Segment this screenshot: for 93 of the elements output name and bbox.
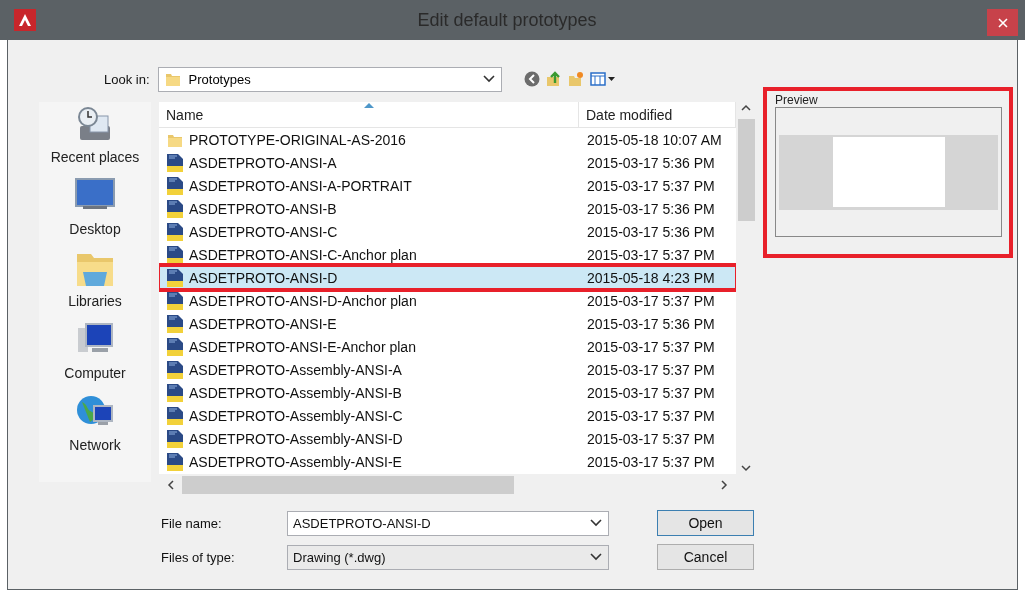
date-modified: 2015-03-17 5:36 PM — [586, 200, 715, 217]
file-name: PROTOTYPE-ORIGINAL-AS-2016 — [189, 131, 406, 148]
file-name: ASDETPROTO-ANSI-A — [189, 154, 337, 171]
file-name: ASDETPROTO-ANSI-B — [189, 200, 337, 217]
places-item[interactable]: Computer — [64, 322, 126, 381]
date-modified: 2015-03-17 5:37 PM — [586, 246, 715, 263]
places-item[interactable]: Desktop — [69, 178, 121, 237]
file-name: ASDETPROTO-Assembly-ANSI-A — [189, 361, 402, 378]
date-modified: 2015-03-17 5:37 PM — [586, 361, 715, 378]
scroll-thumb[interactable] — [737, 119, 755, 221]
file-row[interactable]: ASDETPROTO-ANSI-D 2015-05-18 4:23 PM — [159, 266, 736, 289]
sort-arrow-icon — [364, 102, 374, 108]
date-modified: 2015-03-17 5:37 PM — [586, 384, 715, 401]
open-button[interactable]: Open — [657, 510, 754, 536]
places-item[interactable]: Network — [69, 394, 121, 453]
file-name: ASDETPROTO-ANSI-C — [189, 223, 338, 240]
date-modified: 2015-03-17 5:37 PM — [586, 338, 715, 355]
drawing-file-icon — [167, 268, 183, 287]
file-name: ASDETPROTO-ANSI-A-PORTRAIT — [189, 177, 412, 194]
file-row[interactable]: ASDETPROTO-Assembly-ANSI-C 2015-03-17 5:37 PM — [159, 404, 736, 427]
file-name: ASDETPROTO-ANSI-D — [189, 269, 338, 286]
date-modified: 2015-05-18 4:23 PM — [586, 269, 715, 286]
back-icon[interactable] — [523, 71, 540, 87]
file-type-dropdown[interactable]: Drawing (*.dwg) — [287, 544, 609, 570]
new-folder-icon[interactable] — [567, 71, 584, 87]
drawing-file-icon — [167, 429, 183, 448]
close-button[interactable] — [987, 9, 1018, 36]
file-name: ASDETPROTO-Assembly-ANSI-E — [189, 453, 402, 470]
file-row[interactable]: ASDETPROTO-Assembly-ANSI-B 2015-03-17 5:37 PM — [159, 381, 736, 404]
monitor-icon — [75, 178, 115, 210]
file-row[interactable]: ASDETPROTO-Assembly-ANSI-E 2015-03-17 5:37 PM — [159, 450, 736, 473]
file-row[interactable]: ASDETPROTO-ANSI-A 2015-03-17 5:36 PM — [159, 151, 736, 174]
file-name: ASDETPROTO-ANSI-E-Anchor plan — [189, 338, 416, 355]
file-name-field[interactable]: ASDETPROTO-ANSI-D — [287, 510, 609, 536]
scroll-thumb[interactable] — [182, 476, 514, 494]
places-item[interactable]: Recent places — [50, 106, 140, 165]
date-modified: 2015-03-17 5:37 PM — [586, 430, 715, 447]
file-name: ASDETPROTO-Assembly-ANSI-B — [189, 384, 402, 401]
file-name: ASDETPROTO-Assembly-ANSI-D — [189, 430, 403, 447]
drawing-file-icon — [167, 245, 183, 264]
caret-icon — [590, 553, 602, 561]
file-row[interactable]: ASDETPROTO-ANSI-E-Anchor plan 2015-03-17 5:37 PM — [159, 335, 736, 358]
drawing-file-icon — [167, 383, 183, 402]
scroll-right-icon[interactable] — [721, 480, 728, 490]
file-name: ASDETPROTO-Assembly-ANSI-C — [189, 407, 403, 424]
date-modified: 2015-03-17 5:37 PM — [586, 292, 715, 309]
drawing-file-icon — [167, 406, 183, 425]
file-row[interactable]: ASDETPROTO-ANSI-A-PORTRAIT 2015-03-17 5:37 PM — [159, 174, 736, 197]
drawing-file-icon — [167, 337, 183, 356]
file-row[interactable]: ASDETPROTO-ANSI-D-Anchor plan 2015-03-17 5:37 PM — [159, 289, 736, 312]
window-title: Edit default prototypes — [416, 9, 598, 31]
look-in-value: Prototypes — [188, 71, 251, 87]
file-row[interactable]: ASDETPROTO-ANSI-B 2015-03-17 5:36 PM — [159, 197, 736, 220]
places-item[interactable]: Libraries — [68, 250, 122, 309]
caret-icon — [590, 519, 602, 527]
date-modified: 2015-03-17 5:37 PM — [586, 407, 715, 424]
date-modified: 2015-03-17 5:37 PM — [586, 453, 715, 470]
drawing-file-icon — [167, 452, 183, 471]
file-name-label: File name: — [161, 515, 223, 531]
preview-label: Preview — [775, 94, 819, 107]
app-logo-icon — [14, 9, 36, 31]
file-type-label: Files of type: — [161, 549, 236, 565]
date-modified: 2015-03-17 5:37 PM — [586, 177, 715, 194]
caret-icon — [482, 75, 495, 83]
close-icon — [997, 17, 1008, 28]
scroll-left-icon[interactable] — [167, 480, 174, 490]
drawing-file-icon — [167, 222, 183, 241]
date-modified: 2015-05-18 10:07 AM — [586, 131, 722, 148]
file-name: ASDETPROTO-ANSI-C-Anchor plan — [189, 246, 417, 263]
drawing-file-icon — [167, 153, 183, 172]
file-name: ASDETPROTO-ANSI-D-Anchor plan — [189, 292, 417, 309]
scroll-down-icon[interactable] — [741, 465, 751, 472]
drawing-file-icon — [167, 176, 183, 195]
file-row[interactable]: PROTOTYPE-ORIGINAL-AS-2016 2015-05-18 10:07 AM — [159, 128, 736, 151]
file-row[interactable]: ASDETPROTO-Assembly-ANSI-D 2015-03-17 5:37 PM — [159, 427, 736, 450]
up-folder-icon[interactable] — [545, 71, 562, 87]
date-modified: 2015-03-17 5:36 PM — [586, 154, 715, 171]
drawing-file-icon — [167, 199, 183, 218]
cancel-button[interactable]: Cancel — [657, 544, 754, 570]
file-row[interactable]: ASDETPROTO-ANSI-E 2015-03-17 5:36 PM — [159, 312, 736, 335]
look-in-dropdown[interactable]: Prototypes — [157, 66, 502, 92]
file-row[interactable]: ASDETPROTO-ANSI-C-Anchor plan 2015-03-17 5:37 PM — [159, 243, 736, 266]
folder-icon — [164, 71, 181, 87]
scroll-up-icon[interactable] — [741, 104, 751, 111]
date-modified: 2015-03-17 5:36 PM — [586, 315, 715, 332]
date-modified: 2015-03-17 5:36 PM — [586, 223, 715, 240]
look-in-label: Look in: — [104, 71, 150, 87]
drawing-file-icon — [167, 314, 183, 333]
file-name: ASDETPROTO-ANSI-E — [189, 315, 337, 332]
file-row[interactable]: ASDETPROTO-ANSI-C 2015-03-17 5:36 PM — [159, 220, 736, 243]
file-row[interactable]: ASDETPROTO-Assembly-ANSI-A 2015-03-17 5:37 PM — [159, 358, 736, 381]
view-menu-icon[interactable] — [589, 71, 616, 87]
drawing-file-icon — [167, 360, 183, 379]
